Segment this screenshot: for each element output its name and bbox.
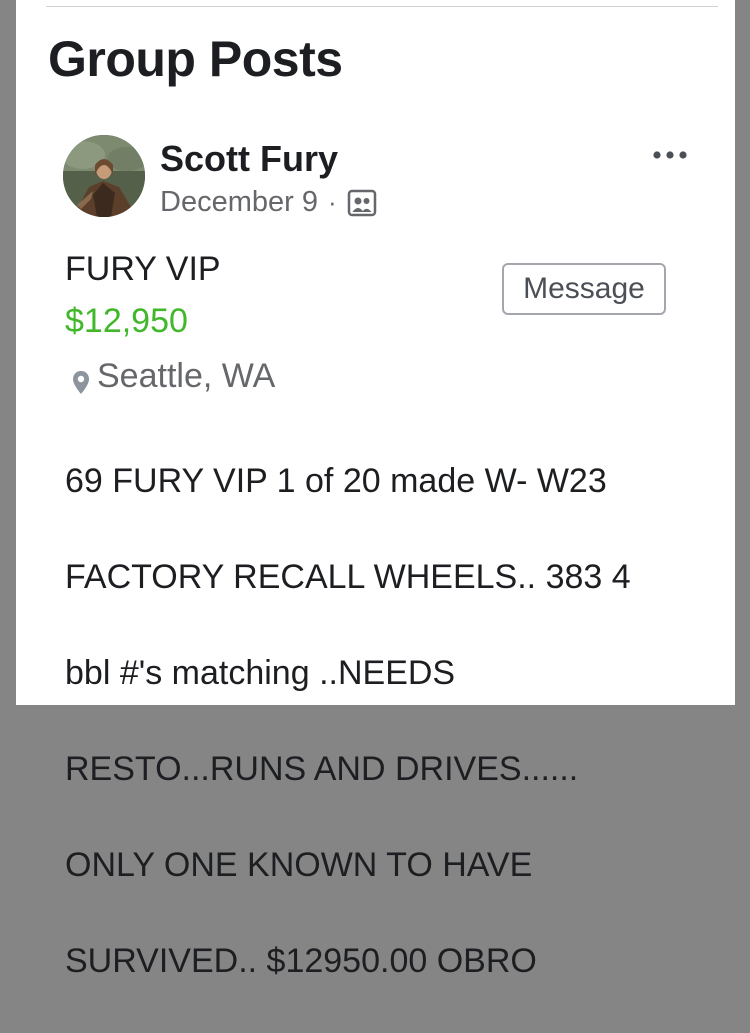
message-button[interactable]: Message bbox=[502, 263, 666, 315]
listing-location: Seattle, WA bbox=[71, 357, 275, 396]
listing-description: 69 FURY VIP 1 of 20 made W- W23 FACTORY … bbox=[65, 409, 705, 1033]
description-line: FACTORY RECALL WHEELS.. 383 4 bbox=[65, 558, 631, 596]
group-audience-icon bbox=[347, 188, 377, 218]
divider bbox=[46, 6, 718, 7]
author-avatar[interactable] bbox=[63, 135, 145, 217]
more-options-button[interactable] bbox=[648, 142, 692, 168]
location-text: Seattle, WA bbox=[97, 357, 276, 395]
description-line: bbl #'s matching ..NEEDS bbox=[65, 654, 456, 692]
listing-price: $12,950 bbox=[65, 302, 188, 340]
description-line: RESTO...RUNS AND DRIVES...... bbox=[65, 750, 579, 788]
description-line: SURVIVED.. $12950.00 OBRO bbox=[65, 942, 537, 980]
group-posts-card: Group Posts Scott Fury December 9 · FURY… bbox=[16, 0, 735, 980]
listing-title[interactable]: FURY VIP bbox=[65, 250, 221, 289]
post-date[interactable]: December 9 bbox=[160, 186, 318, 219]
section-title: Group Posts bbox=[48, 31, 343, 87]
description-line: 69 FURY VIP 1 of 20 made W- W23 bbox=[65, 462, 607, 500]
description-line: ONLY ONE KNOWN TO HAVE bbox=[65, 846, 533, 884]
more-options-icon bbox=[653, 151, 687, 159]
author-name[interactable]: Scott Fury bbox=[160, 138, 338, 180]
post-meta: December 9 · bbox=[160, 186, 377, 219]
avatar-image bbox=[63, 135, 145, 217]
map-pin-icon bbox=[71, 366, 91, 394]
meta-separator: · bbox=[327, 187, 337, 217]
